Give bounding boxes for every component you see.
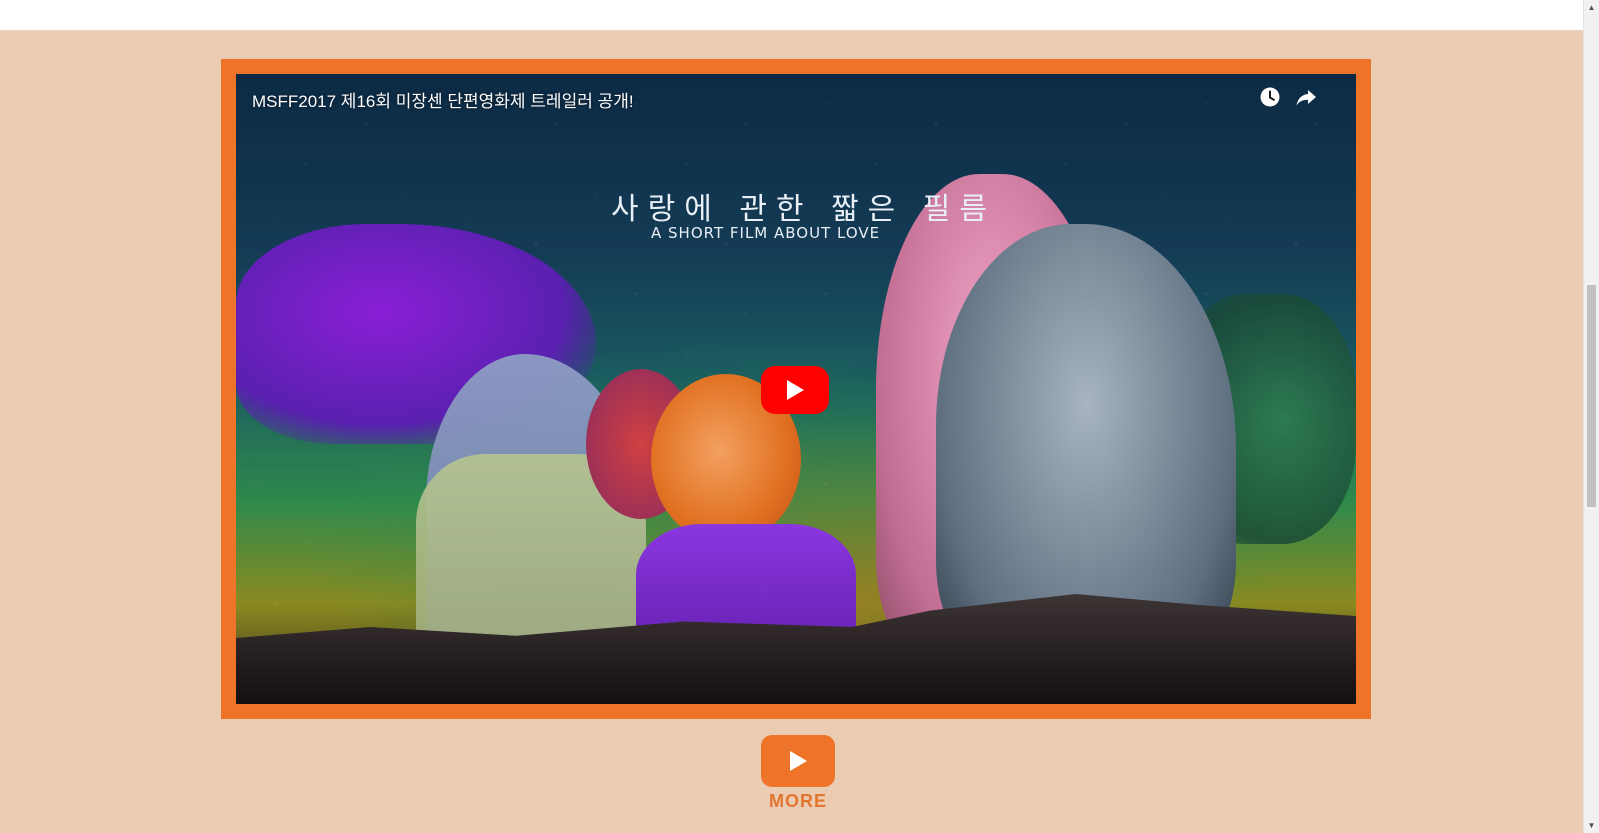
more-videos-link[interactable]: MORE	[755, 735, 841, 815]
youtube-player[interactable]: 사랑에 관한 짧은 필름 A SHORT FILM ABOUT LOVE MSF…	[236, 74, 1356, 704]
scroll-up-icon[interactable]: ▲	[1584, 0, 1599, 15]
scrollbar-thumb[interactable]	[1587, 285, 1596, 507]
play-icon	[790, 751, 807, 771]
film-title-english: A SHORT FILM ABOUT LOVE	[651, 224, 881, 242]
top-header-bar	[0, 0, 1584, 31]
video-title-link[interactable]: MSFF2017 제16회 미장센 단편영화제 트레일러 공개!	[252, 87, 634, 112]
vertical-scrollbar[interactable]: ▲ ▼	[1583, 0, 1599, 833]
play-icon	[787, 380, 804, 400]
video-frame: 사랑에 관한 짧은 필름 A SHORT FILM ABOUT LOVE MSF…	[221, 59, 1371, 719]
more-button[interactable]	[761, 735, 835, 787]
clock-icon[interactable]	[1258, 85, 1282, 109]
scroll-down-icon[interactable]: ▼	[1584, 818, 1599, 833]
share-icon[interactable]	[1294, 85, 1318, 109]
more-label[interactable]: MORE	[769, 791, 827, 812]
film-title-korean: 사랑에 관한 짧은 필름	[611, 192, 997, 227]
play-button[interactable]	[761, 366, 829, 414]
